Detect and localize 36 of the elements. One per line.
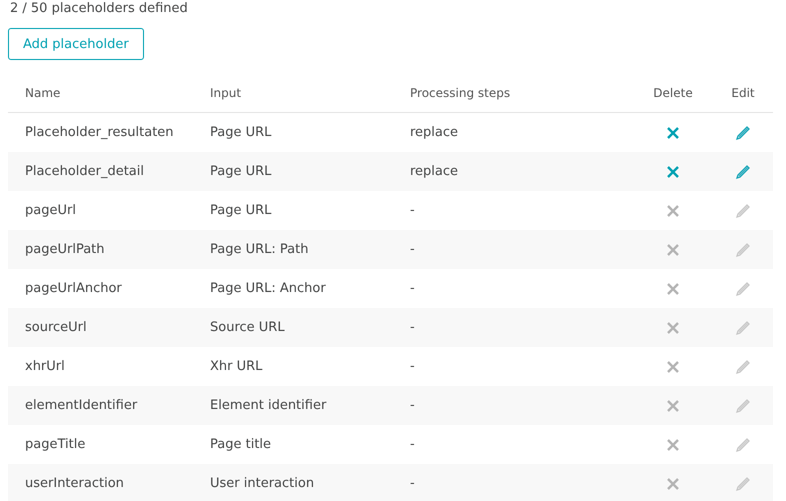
table-cell: Element identifier <box>210 398 326 413</box>
table-cell: pageUrl <box>25 203 76 218</box>
table-cell: userInteraction <box>25 476 124 491</box>
table-cell: pageUrlPath <box>25 242 104 257</box>
placeholder-count: 2 / 50 placeholders defined <box>9 0 189 18</box>
add-placeholder-button[interactable]: Add placeholder <box>8 28 144 60</box>
table-cell: - <box>410 437 415 452</box>
table-cell: - <box>410 203 415 218</box>
table-cell: elementIdentifier <box>25 398 138 413</box>
table-cell: Page URL <box>210 203 272 218</box>
table-cell: replace <box>410 125 458 140</box>
table-cell: - <box>410 398 415 413</box>
table-cell: pageUrlAnchor <box>25 281 122 296</box>
table-cell: Page URL <box>210 125 272 140</box>
table-cell: - <box>410 476 415 491</box>
table-cell: Page URL <box>210 164 272 179</box>
table-cell: - <box>410 359 415 374</box>
table-cell: replace <box>410 164 458 179</box>
table-cell: Page URL: Path <box>210 242 308 257</box>
table-cell: Page URL: Anchor <box>210 281 326 296</box>
table-cell: Xhr URL <box>210 359 262 374</box>
table-cell: Placeholder_resultaten <box>25 125 174 140</box>
table-cell: pageTitle <box>25 437 86 452</box>
table-cell: xhrUrl <box>25 359 65 374</box>
edit-icon[interactable] <box>735 124 751 140</box>
table-cell: - <box>410 281 415 296</box>
table-cell: User interaction <box>210 476 314 491</box>
table-cell: sourceUrl <box>25 320 87 335</box>
table-cell: - <box>410 320 415 335</box>
table-cell: Source URL <box>210 320 285 335</box>
edit-icon[interactable] <box>735 164 751 180</box>
table-cell: Placeholder_detail <box>25 164 144 179</box>
delete-icon[interactable] <box>666 126 680 140</box>
delete-icon[interactable] <box>666 164 680 178</box>
table-cell: - <box>410 242 415 257</box>
table-cell: Page title <box>210 437 272 452</box>
